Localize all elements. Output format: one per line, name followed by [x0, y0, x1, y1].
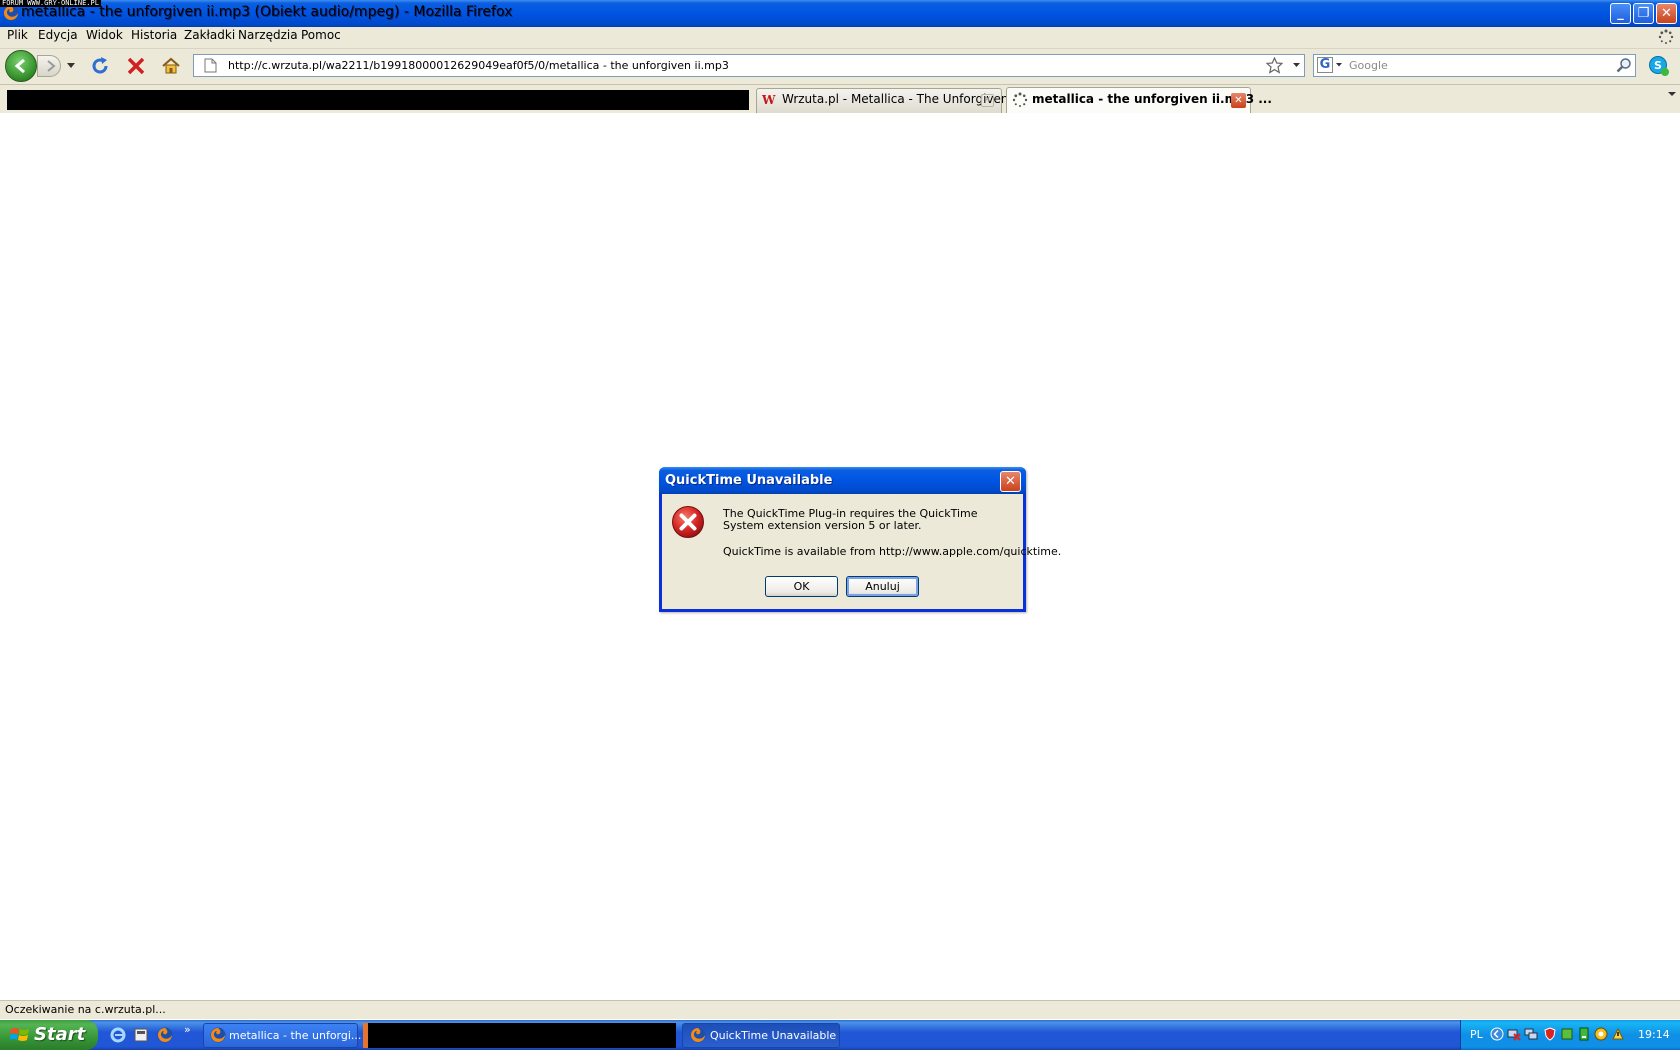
tray-security-shield-icon[interactable] — [1543, 1027, 1557, 1041]
quicklaunch-more-button[interactable]: » — [184, 1023, 191, 1036]
url-text[interactable]: http://c.wrzuta.pl/wa2211/b1991800001262… — [228, 59, 729, 72]
internet-explorer-icon[interactable] — [110, 1027, 126, 1043]
tray-show-hidden-icon[interactable] — [1490, 1027, 1504, 1041]
menu-widok[interactable]: Widok — [86, 28, 123, 42]
home-icon[interactable] — [161, 56, 181, 76]
url-dropdown-icon[interactable] — [1293, 63, 1300, 68]
forward-button[interactable] — [37, 55, 61, 77]
redacted-task — [363, 1023, 676, 1048]
search-input[interactable]: Google — [1349, 59, 1388, 72]
restore-icon: ❐ — [1637, 6, 1650, 21]
redacted-tabs — [7, 90, 749, 110]
skype-addon-icon[interactable]: S — [1648, 55, 1670, 77]
arrow-right-icon — [47, 60, 56, 72]
watermark: FORUM WWW.GRY-ONLINE.PL — [0, 0, 101, 7]
tray-app-icon[interactable] — [1560, 1027, 1574, 1041]
menu-narzedzia[interactable]: Narzędzia — [238, 28, 298, 42]
start-label: Start — [34, 1024, 86, 1045]
tab-metallica-close-button[interactable]: ✕ — [1231, 93, 1246, 108]
bookmark-star-icon[interactable] — [1266, 57, 1283, 74]
tray-antivirus-icon[interactable] — [1594, 1027, 1608, 1041]
firefox-icon — [3, 5, 19, 21]
arrow-left-icon — [14, 58, 25, 74]
stop-icon[interactable] — [126, 56, 146, 76]
dialog-title: QuickTime Unavailable — [665, 473, 833, 488]
menu-plik[interactable]: Plik — [7, 28, 28, 42]
reload-icon[interactable] — [90, 56, 110, 76]
menu-edycja[interactable]: Edycja — [38, 28, 78, 42]
tab-wrzuta-close-button[interactable]: ✕ — [981, 94, 994, 107]
back-button[interactable] — [5, 50, 37, 82]
menu-historia[interactable]: Historia — [131, 28, 177, 42]
cancel-button[interactable]: Anuluj — [846, 576, 919, 597]
tray-disk-icon[interactable] — [1577, 1027, 1591, 1041]
tray-update-icon[interactable] — [1611, 1027, 1625, 1041]
language-indicator[interactable]: PL — [1470, 1028, 1483, 1041]
history-dropdown-icon[interactable] — [67, 63, 75, 69]
firefox-quicklaunch-icon[interactable] — [157, 1027, 173, 1043]
tray-network-icon[interactable] — [1524, 1027, 1538, 1041]
dialog-close-button[interactable]: ✕ — [1000, 471, 1021, 492]
ok-button[interactable]: OK — [765, 576, 838, 597]
status-bar — [0, 1000, 1680, 1019]
show-desktop-icon[interactable] — [133, 1027, 149, 1043]
menu-zakladki[interactable]: Zakładki — [184, 28, 235, 42]
close-icon: ✕ — [1005, 474, 1016, 489]
page-icon — [204, 58, 217, 73]
google-engine-icon[interactable]: G — [1317, 57, 1333, 73]
wrzuta-w-icon: W — [762, 93, 776, 107]
minimize-icon: _ — [1617, 6, 1624, 21]
dialog-message-line3: QuickTime is available from http://www.a… — [723, 545, 1062, 558]
tab-list-dropdown-icon[interactable] — [1668, 92, 1676, 97]
loading-icon — [1012, 92, 1028, 107]
close-icon: ✕ — [1234, 95, 1243, 106]
status-text: Oczekiwanie na c.wrzuta.pl... — [5, 1003, 166, 1016]
minimize-button[interactable]: _ — [1610, 3, 1631, 24]
throbber-icon — [1658, 29, 1674, 44]
clock[interactable]: 19:14 — [1638, 1028, 1670, 1041]
dialog-message-line2: System extension version 5 or later. — [723, 519, 922, 532]
close-icon: ✕ — [983, 95, 992, 105]
firefox-icon — [690, 1027, 706, 1043]
restore-button[interactable]: ❐ — [1633, 3, 1654, 24]
close-icon: ✕ — [1661, 6, 1672, 21]
error-icon — [672, 506, 704, 538]
search-engine-dropdown-icon[interactable] — [1336, 63, 1342, 67]
svg-text:S: S — [1654, 59, 1662, 72]
windows-logo-icon — [10, 1028, 29, 1041]
firefox-icon — [210, 1027, 226, 1043]
window-close-button[interactable]: ✕ — [1656, 3, 1677, 24]
search-icon[interactable] — [1616, 57, 1632, 73]
task-firefox-label: metallica - the unforgi... — [229, 1029, 362, 1042]
task-quicktime-label: QuickTime Unavailable — [710, 1029, 837, 1042]
menu-pomoc[interactable]: Pomoc — [301, 28, 341, 42]
tray-network-error-icon[interactable] — [1507, 1027, 1521, 1041]
